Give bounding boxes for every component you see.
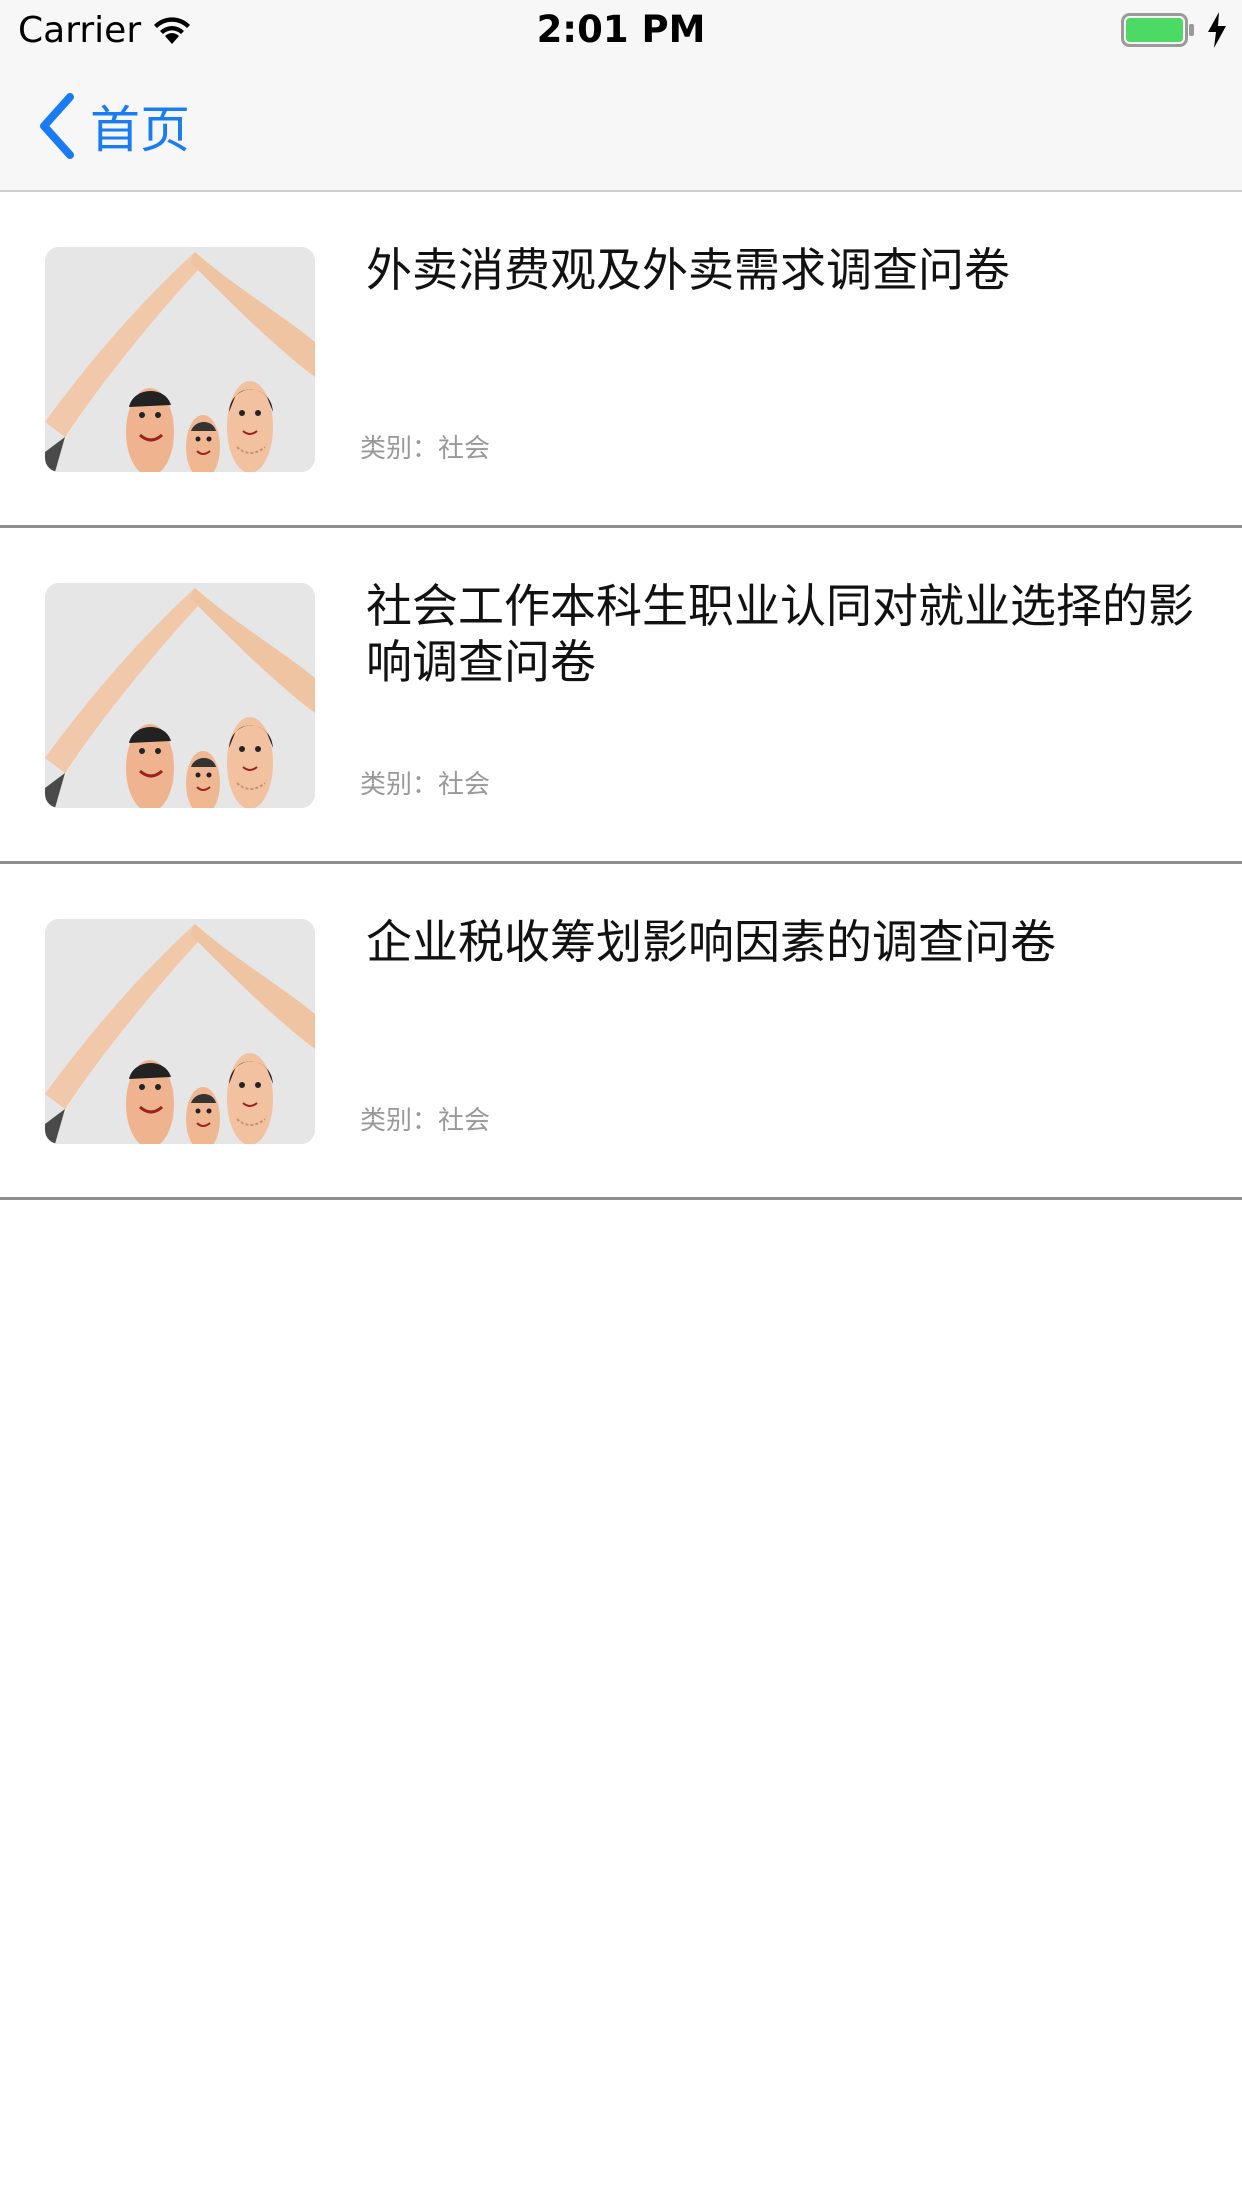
survey-category: 类别：社会 — [360, 770, 491, 800]
battery-icon — [1121, 13, 1194, 47]
list-item[interactable]: 社会工作本科生职业认同对就业选择的影响调查问卷 类别：社会 — [0, 528, 1242, 864]
list-item[interactable]: 企业税收筹划影响因素的调查问卷 类别：社会 — [0, 864, 1242, 1200]
survey-thumbnail — [45, 583, 315, 808]
survey-thumbnail — [45, 247, 315, 472]
survey-category: 类别：社会 — [360, 434, 491, 464]
survey-list: 外卖消费观及外卖需求调查问卷 类别：社会 社会工作本科生职业认同对就业选择的影响… — [0, 192, 1242, 1200]
list-item[interactable]: 外卖消费观及外卖需求调查问卷 类别：社会 — [0, 192, 1242, 528]
status-time: 2:01 PM — [536, 8, 706, 51]
navigation-bar: 首页 — [0, 60, 1242, 192]
survey-title: 外卖消费观及外卖需求调查问卷 — [366, 243, 1010, 297]
chevron-left-icon — [40, 93, 74, 159]
back-button[interactable]: 首页 — [36, 90, 190, 162]
back-button-label: 首页 — [90, 101, 190, 159]
survey-title: 企业税收筹划影响因素的调查问卷 — [366, 915, 1056, 969]
survey-thumbnail — [45, 919, 315, 1144]
status-bar: Carrier 2:01 PM — [0, 0, 1242, 60]
survey-title: 社会工作本科生职业认同对就业选择的影响调查问卷 — [366, 579, 1194, 689]
survey-category: 类别：社会 — [360, 1106, 491, 1136]
charging-bolt-icon — [1208, 12, 1226, 48]
